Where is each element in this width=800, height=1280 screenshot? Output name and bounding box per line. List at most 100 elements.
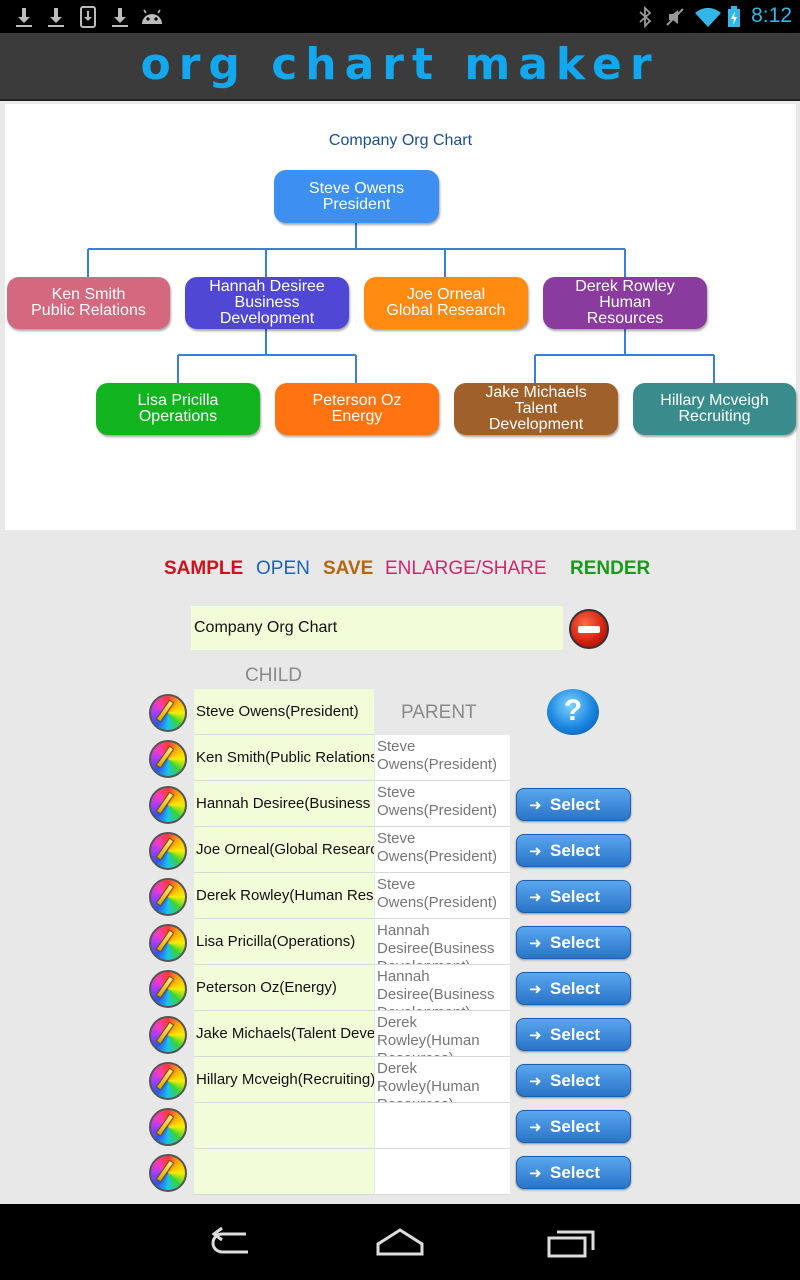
table-row: Derek Rowley(Human Resources)Steve Owens… — [0, 873, 800, 919]
enlarge-share-button[interactable]: ENLARGE/SHARE — [385, 558, 547, 580]
select-label: Select — [550, 795, 601, 814]
color-picker-icon[interactable] — [149, 740, 187, 778]
download-icon — [48, 8, 64, 27]
select-parent-button[interactable]: ➜ Select — [516, 1064, 631, 1097]
select-parent-button[interactable]: ➜ Select — [516, 880, 631, 913]
org-node-steve[interactable]: Steve Owens President — [274, 170, 439, 223]
select-label: Select — [550, 1163, 601, 1182]
child-field[interactable]: Joe Orneal(Global Research) — [194, 827, 374, 873]
color-picker-icon[interactable] — [149, 786, 187, 824]
child-field[interactable]: Peterson Oz(Energy) — [194, 965, 374, 1011]
parent-field[interactable]: Steve Owens(President) — [375, 873, 510, 919]
render-button[interactable]: RENDER — [570, 558, 650, 580]
org-node-hillary[interactable]: Hillary Mcveigh Recruiting — [633, 383, 796, 435]
org-node-line: Steve Owens — [308, 179, 405, 197]
select-parent-button[interactable]: ➜ Select — [516, 788, 631, 821]
org-node-ken[interactable]: Ken Smith Public Relations — [7, 277, 170, 329]
select-label: Select — [550, 979, 601, 998]
parent-field[interactable]: Derek Rowley(Human Resources) — [375, 1057, 510, 1103]
battery-icon — [728, 6, 740, 27]
pencil-icon — [155, 1067, 175, 1091]
arrow-right-icon: ➜ — [529, 1119, 542, 1136]
color-picker-icon[interactable] — [149, 1062, 187, 1100]
home-icon[interactable] — [372, 1224, 428, 1260]
org-node-joe[interactable]: Joe Orneal Global Research — [364, 277, 528, 329]
wifi-icon — [695, 7, 721, 28]
back-icon[interactable] — [202, 1224, 258, 1260]
select-label: Select — [550, 1071, 601, 1090]
arrow-right-icon: ➜ — [529, 1027, 542, 1044]
parent-field[interactable]: Steve Owens(President) — [375, 735, 510, 781]
parent-field[interactable] — [375, 1103, 510, 1149]
org-node-line: Lisa Pricilla — [137, 392, 219, 409]
bluetooth-icon — [639, 6, 652, 28]
color-picker-icon[interactable] — [149, 1108, 187, 1146]
org-node-lisa[interactable]: Lisa Pricilla Operations — [96, 383, 260, 435]
download-icon — [80, 6, 96, 28]
org-node-line: Resources — [586, 310, 664, 327]
color-picker-icon[interactable] — [149, 694, 187, 732]
org-node-line: Global Research — [386, 302, 506, 319]
open-button[interactable]: OPEN — [256, 558, 310, 580]
parent-field[interactable]: Hannah Desiree(Business Development) — [375, 919, 510, 965]
android-icon — [142, 9, 162, 24]
arrow-right-icon: ➜ — [529, 843, 542, 860]
org-node-line: Development — [219, 310, 315, 327]
child-field[interactable] — [194, 1149, 374, 1195]
org-node-hannah[interactable]: Hannah Desiree Business Development — [185, 277, 349, 329]
org-node-line: Talent — [514, 400, 558, 417]
pencil-icon — [155, 837, 175, 861]
color-picker-icon[interactable] — [149, 1154, 187, 1192]
child-field[interactable]: Steve Owens(President) — [194, 689, 374, 735]
app-header: Org Chart Maker — [0, 33, 800, 101]
select-parent-button[interactable]: ➜ Select — [516, 926, 631, 959]
navigation-bar — [0, 1204, 800, 1280]
org-chart-preview[interactable]: Company Org Chart Steve Owens President Ke… — [5, 104, 796, 530]
child-field[interactable]: Jake Michaels(Talent Development) — [194, 1011, 374, 1057]
mute-icon — [666, 8, 684, 26]
color-picker-icon[interactable] — [149, 1016, 187, 1054]
action-bar: SAMPLE OPEN SAVE ENLARGE/SHARE RENDER — [0, 558, 800, 582]
parent-field[interactable]: Hannah Desiree(Business Development) — [375, 965, 510, 1011]
parent-field[interactable]: Steve Owens(President) — [375, 781, 510, 827]
org-node-line: President — [322, 195, 391, 213]
parent-field[interactable]: Derek Rowley(Human Resources) — [375, 1011, 510, 1057]
select-parent-button[interactable]: ➜ Select — [516, 834, 631, 867]
recent-apps-icon[interactable] — [543, 1224, 599, 1260]
table-row: Hillary Mcveigh(Recruiting) Derek Rowley(… — [0, 1057, 800, 1103]
select-parent-button[interactable]: ➜ Select — [516, 1156, 631, 1189]
pencil-icon — [155, 929, 175, 953]
org-node-line: Hannah Desiree — [209, 278, 325, 295]
org-node-line: Operations — [138, 408, 218, 425]
select-parent-button[interactable]: ➜ Select — [516, 972, 631, 1005]
select-label: Select — [550, 887, 601, 906]
child-field[interactable]: Derek Rowley(Human Resources) — [194, 873, 374, 919]
chart-title-input[interactable] — [191, 606, 563, 650]
color-picker-icon[interactable] — [149, 878, 187, 916]
color-picker-icon[interactable] — [149, 832, 187, 870]
table-row: ➜ Select — [0, 1103, 800, 1149]
sample-button[interactable]: SAMPLE — [164, 558, 243, 580]
table-row: Hannah Desiree(Business Development)Stev… — [0, 781, 800, 827]
org-node-peterson[interactable]: Peterson Oz Energy — [275, 383, 439, 435]
select-label: Select — [550, 933, 601, 952]
parent-field[interactable] — [375, 1149, 510, 1195]
clock: 8:12 — [751, 4, 792, 27]
save-button[interactable]: SAVE — [323, 558, 373, 580]
pencil-icon — [155, 699, 175, 723]
parent-field[interactable]: Steve Owens(President) — [375, 827, 510, 873]
child-field[interactable]: Ken Smith(Public Relations) — [194, 735, 374, 781]
color-picker-icon[interactable] — [149, 924, 187, 962]
pencil-icon — [155, 745, 175, 769]
child-field[interactable]: Hannah Desiree(Business Development) — [194, 781, 374, 827]
color-picker-icon[interactable] — [149, 970, 187, 1008]
select-parent-button[interactable]: ➜ Select — [516, 1110, 631, 1143]
child-field[interactable]: Lisa Pricilla(Operations) — [194, 919, 374, 965]
arrow-right-icon: ➜ — [529, 1165, 542, 1182]
child-field[interactable] — [194, 1103, 374, 1149]
child-field[interactable]: Hillary Mcveigh(Recruiting) — [194, 1057, 374, 1103]
org-node-jake[interactable]: Jake Michaels Talent Development — [454, 383, 618, 435]
select-parent-button[interactable]: ➜ Select — [516, 1018, 631, 1051]
remove-icon[interactable] — [569, 609, 609, 649]
org-node-derek[interactable]: Derek Rowley Human Resources — [543, 277, 707, 329]
